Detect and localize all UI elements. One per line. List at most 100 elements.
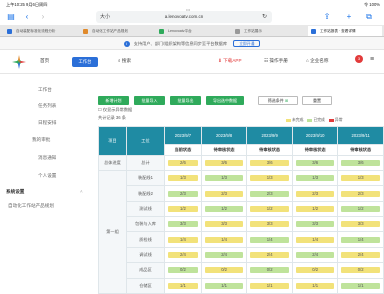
table-row[interactable]: 仓储区 1/1 1/1 1/1 1/1 1/1 [99,277,384,294]
value-cell[interactable]: 1/1 [337,277,384,294]
value-cell[interactable]: 2/4 [200,246,248,264]
text-size-button[interactable]: 大小 [100,11,110,23]
sidebar-section-title[interactable]: 系统设置 [6,189,24,195]
value-cell[interactable]: 2/3 [164,185,202,202]
value-cell[interactable]: 1/3 [164,169,202,187]
sidebar-item[interactable]: 消息通知 [38,155,56,161]
value-cell[interactable]: 1/1 [164,277,202,294]
sidebar-toggle-icon[interactable]: ▤ [6,12,16,22]
workbench-button[interactable]: 工作台 [72,57,98,67]
new-tab-icon[interactable]: + [344,12,354,22]
back-icon[interactable]: ‹ [22,12,32,22]
table-row[interactable]: 装配线2 2/3 2/3 2/3 2/3 2/3 [99,185,384,202]
value-cell[interactable]: 1/1 [200,277,248,294]
address-bar[interactable]: 大小 a.lenovoatv.com.cn ↻ [96,11,272,23]
download-app-link[interactable]: ⬇ 下载APP [218,58,242,64]
column-header-date[interactable]: 2023/9/7 [164,126,202,145]
value-cell[interactable]: 1/2 [200,200,248,218]
value-cell[interactable]: 3/3 [291,216,339,233]
browser-tab[interactable]: 自动化工作站产品规划 [80,26,152,36]
browser-tab[interactable]: 工作站展示 [232,26,304,36]
browser-tab[interactable]: 自动装配标准化流程分析 [4,26,76,36]
value-cell[interactable]: 0/2 [337,262,384,279]
value-cell[interactable]: 1/3 [291,169,339,187]
value-cell[interactable]: 2/6 [164,154,202,171]
value-cell[interactable]: 1/4 [337,231,384,248]
sidebar-item[interactable]: 日程安排 [38,120,56,126]
value-cell[interactable]: 2/4 [337,246,384,264]
value-cell[interactable]: 1/4 [246,231,293,248]
sidebar-subitem[interactable]: 自动化工作站产品规划 [8,203,54,209]
value-cell[interactable]: 1/2 [164,200,202,218]
forward-icon[interactable]: › [38,12,48,22]
value-cell[interactable]: 0/2 [246,262,293,279]
org-switcher[interactable]: ⌂ 企业名称 [306,58,328,64]
value-cell[interactable]: 1/3 [200,169,248,187]
value-cell[interactable]: 1/2 [291,200,339,218]
value-cell[interactable]: 3/6 [246,154,293,171]
value-cell[interactable]: 2/4 [291,246,339,264]
value-cell[interactable]: 1/4 [164,231,202,248]
table-row[interactable]: 第一组 装配线1 1/3 1/3 1/3 1/3 1/3 [98,169,384,294]
status-chip: 1/3 [295,175,335,182]
filter-button[interactable]: 筛选条件 ⊞ [258,96,298,105]
menu-icon[interactable]: ≡ [370,56,374,63]
reload-icon[interactable]: ↻ [262,11,267,23]
sidebar-item[interactable]: 我的审批 [32,137,50,143]
column-header-date[interactable]: 2023/9/9 [246,126,293,145]
value-cell[interactable]: 2/3 [246,185,293,202]
value-cell[interactable]: 1/3 [337,169,384,187]
value-cell[interactable]: 3/3 [164,216,202,233]
browser-tab[interactable]: Lenovoatv平台 [156,26,228,36]
value-cell[interactable]: 1/1 [291,277,339,294]
abnormal-only-checkbox[interactable]: ☐ 仅显示异常数据 [98,107,132,113]
table-row[interactable]: 调试线 2/4 2/4 2/4 2/4 2/4 [99,246,384,264]
table-row[interactable]: 包装与入库 3/3 3/3 3/3 3/3 3/3 [99,216,384,233]
value-cell[interactable]: 3/3 [337,216,384,233]
value-cell[interactable]: 3/3 [200,216,248,233]
browser-tab-active[interactable]: 工作站报表 · 查看详情 [308,26,382,36]
home-link[interactable]: 首页 [40,58,49,64]
value-cell[interactable]: 0/2 [200,262,248,279]
value-cell[interactable]: 1/2 [246,200,293,218]
value-cell[interactable]: 3/6 [200,154,248,171]
column-header-date[interactable]: 2023/9/11 [337,126,384,145]
export-selected-button[interactable]: 导出选中数据 [206,96,244,105]
table-row[interactable]: 成品区 0/2 0/2 0/2 0/2 0/2 [99,262,384,279]
table-row[interactable]: 测试线 1/2 1/2 1/2 1/2 1/2 [99,200,384,218]
value-cell[interactable]: 0/2 [164,262,202,279]
value-cell[interactable]: 3/6 [337,154,384,171]
value-cell[interactable]: 2/3 [337,185,384,202]
value-cell[interactable]: 2/3 [200,185,248,202]
notification-badge[interactable]: 3 [355,55,363,63]
reset-button[interactable]: 重置 [302,96,332,105]
legend-label: 已完成 [313,118,325,122]
value-cell[interactable]: 1/2 [337,200,384,218]
sidebar-item[interactable]: 任务列表 [38,103,56,109]
sidebar-item[interactable]: 工作台 [38,87,52,93]
value-cell[interactable]: 3/3 [246,216,293,233]
value-cell[interactable]: 3/6 [291,154,339,171]
table-row[interactable]: 质检线 1/4 1/4 1/4 1/4 1/4 [99,231,384,248]
column-header-date[interactable]: 2023/9/10 [291,126,339,145]
search-link[interactable]: ⌕ 搜索 [118,58,131,64]
value-cell[interactable]: 1/4 [200,231,248,248]
value-cell[interactable]: 1/1 [246,277,293,294]
export-button[interactable]: 批量导出 [170,96,201,105]
value-cell[interactable]: 1/4 [291,231,339,248]
value-cell[interactable]: 2/4 [246,246,293,264]
add-plan-button[interactable]: 新增计划 [98,96,129,105]
manual-link[interactable]: ☷ 操作手册 [264,58,288,64]
table-row[interactable]: 总体进度 总计 2/6 3/6 3/6 3/6 3/6 [98,154,384,171]
tabs-overview-icon[interactable]: ⧉ [364,12,374,22]
import-button[interactable]: 批量导入 [134,96,165,105]
value-cell[interactable]: 1/3 [246,169,293,187]
chevron-up-icon[interactable]: ˄ [80,189,83,194]
value-cell[interactable]: 2/3 [291,185,339,202]
column-header-date[interactable]: 2023/9/8 [200,126,248,145]
value-cell[interactable]: 2/4 [164,246,202,264]
sidebar-item[interactable]: 个人设置 [38,173,56,179]
share-icon[interactable]: ⇪ [322,12,332,22]
notice-button[interactable]: 立即开通 [233,40,261,48]
value-cell[interactable]: 0/2 [291,262,339,279]
